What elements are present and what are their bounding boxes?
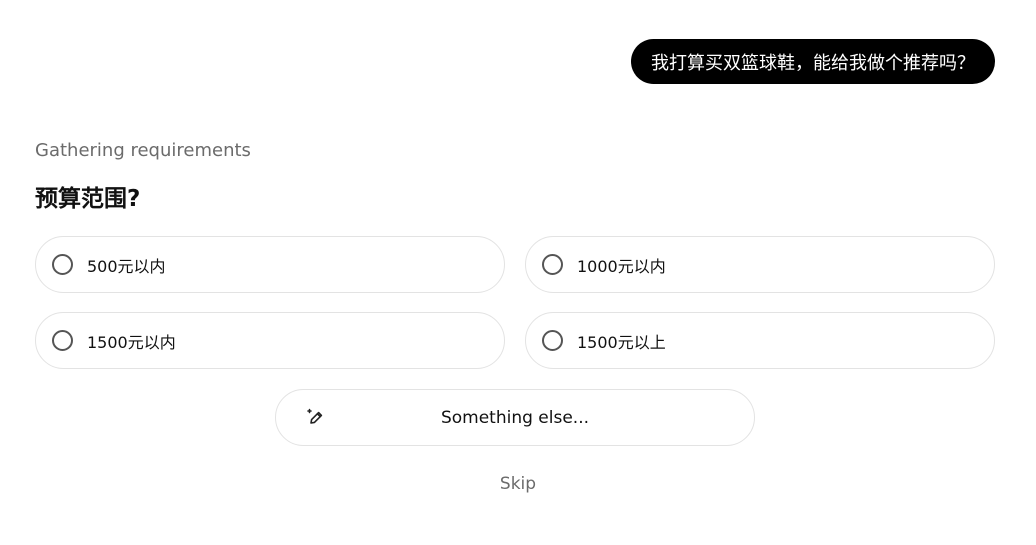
radio-unchecked-icon[interactable]	[542, 254, 563, 275]
option-label: 500元以内	[87, 256, 166, 276]
option-1500-above[interactable]: 1500元以上	[525, 312, 995, 369]
user-message-bubble: 我打算买双篮球鞋，能给我做个推荐吗？	[631, 39, 995, 84]
user-message-text: 我打算买双篮球鞋，能给我做个推荐吗？	[651, 52, 975, 74]
status-text: Gathering requirements	[35, 140, 251, 161]
something-else-label: Something else...	[440, 407, 590, 428]
option-1000-within[interactable]: 1000元以内	[525, 236, 995, 293]
skip-link[interactable]: Skip	[0, 474, 1036, 494]
something-else-button[interactable]: Something else...	[275, 389, 755, 446]
radio-unchecked-icon[interactable]	[542, 330, 563, 351]
radio-unchecked-icon[interactable]	[52, 330, 73, 351]
option-500-within[interactable]: 500元以内	[35, 236, 505, 293]
pencil-sparkle-icon	[307, 408, 323, 424]
option-label: 1500元以上	[577, 332, 666, 352]
option-label: 1500元以内	[87, 332, 176, 352]
option-1500-within[interactable]: 1500元以内	[35, 312, 505, 369]
question-title: 预算范围?	[35, 186, 141, 212]
option-label: 1000元以内	[577, 256, 666, 276]
radio-unchecked-icon[interactable]	[52, 254, 73, 275]
